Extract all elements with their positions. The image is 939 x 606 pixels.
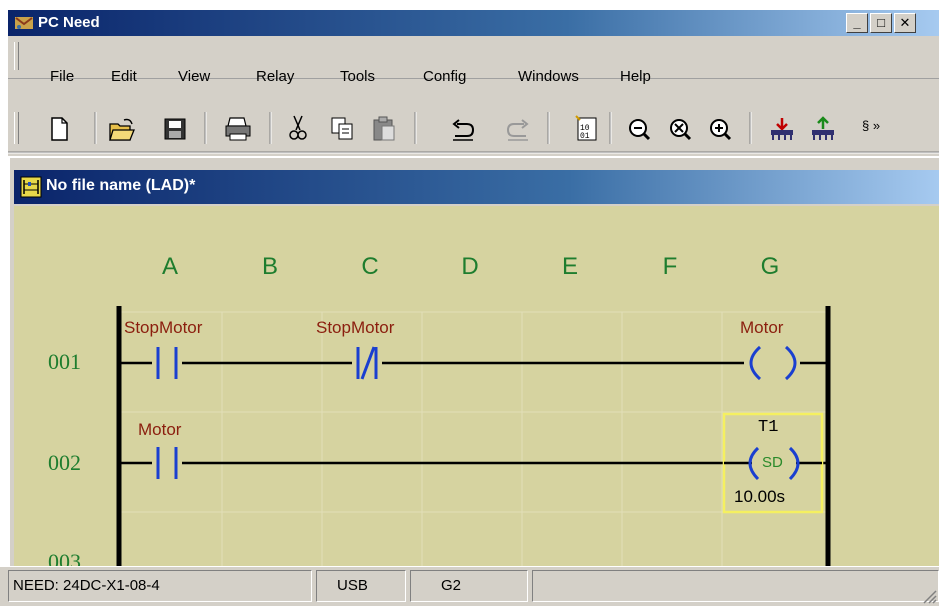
status-device: NEED: 24DC-X1-08-4 [8,570,312,602]
rung-number: 003 [48,549,81,566]
status-empty [532,570,939,602]
contact-normally-open[interactable] [152,347,182,379]
rung-number-clip: 003 [40,548,120,566]
timer-type: SD [762,454,783,471]
contact-normally-open[interactable] [152,447,182,479]
column-header-a: A [161,253,178,280]
status-connection: USB [316,570,406,602]
coil-output[interactable] [744,345,800,381]
column-header-f: F [662,253,678,280]
ladder-grid [119,311,827,566]
rung-number: 002 [48,450,81,475]
contact-normally-closed[interactable] [352,346,382,380]
resize-grip-icon[interactable] [921,588,937,604]
status-model: G2 [410,570,528,602]
column-header-e: E [561,253,578,280]
contact-label: StopMotor [124,318,203,337]
contact-label: Motor [138,420,182,439]
column-header-c: C [361,253,379,280]
rung-number: 001 [48,349,81,374]
column-header-d: D [461,253,479,280]
timer-name: T1 [758,418,779,437]
ladder-diagram [116,306,831,566]
coil-label: Motor [740,318,784,337]
timer-preset: 10.00s [734,487,786,506]
column-header-b: B [261,253,278,280]
column-header-g: G [760,253,780,280]
contact-label: StopMotor [316,318,395,337]
